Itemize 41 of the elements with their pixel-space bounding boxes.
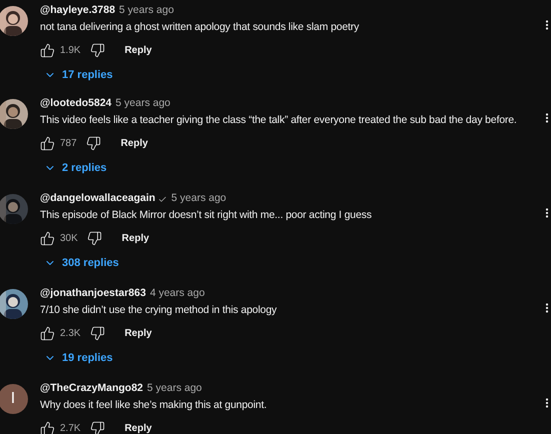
like-count: 787: [60, 136, 77, 150]
reply-button[interactable]: Reply: [118, 230, 154, 246]
thumbs-up-icon[interactable]: [40, 230, 55, 246]
thumbs-down-icon[interactable]: [90, 420, 105, 434]
comment-text: This video feels like a teacher giving the class “the talk” after everyone treated the sub bad the day before.: [40, 113, 518, 128]
comment-time: 5 years ago: [171, 191, 226, 206]
like-count: 2.7K: [60, 422, 81, 434]
comment-author[interactable]: @TheCrazyMango82: [40, 381, 144, 397]
avatar: I: [0, 384, 28, 414]
thumbs-up-icon[interactable]: [40, 420, 55, 434]
reply-button[interactable]: Reply: [120, 326, 156, 340]
comment-text: not tana delivering a ghost written apology that sounds like slam poetry: [40, 20, 360, 35]
comment-author[interactable]: @hayleye.3788: [40, 3, 116, 19]
reply-button[interactable]: Reply: [120, 420, 156, 434]
comment-time: 5 years ago: [116, 96, 170, 112]
like-count: 30K: [60, 232, 78, 246]
verified-check-icon: [158, 194, 168, 204]
thumbs-up-icon[interactable]: [40, 136, 55, 150]
replies-button[interactable]: 19 replies: [44, 347, 113, 369]
thumbs-down-icon[interactable]: [86, 230, 102, 246]
thumbs-down-icon[interactable]: [86, 136, 101, 150]
thumbs-down-icon[interactable]: [90, 42, 105, 58]
reply-button[interactable]: Reply: [120, 42, 156, 58]
thumbs-up-icon[interactable]: [40, 326, 55, 340]
comment-time: 5 years ago: [147, 381, 202, 396]
comment-author[interactable]: @lootedo5824: [40, 96, 112, 112]
replies-button[interactable]: 2 replies: [44, 157, 107, 179]
like-count: 2.3K: [60, 326, 81, 340]
comment-text: 7/10 she didn’t use the crying method in this apology: [40, 303, 278, 318]
replies-button[interactable]: 17 replies: [44, 64, 113, 86]
thumbs-down-icon[interactable]: [90, 326, 105, 340]
comment-text: This episode of Black Mirror doesn’t sit right with me... poor acting I guess: [40, 208, 373, 223]
thumbs-up-icon[interactable]: [40, 42, 55, 58]
comment-author[interactable]: @jonathanjoestar863: [40, 286, 146, 302]
reply-button[interactable]: Reply: [116, 136, 152, 150]
comment-text: Why does it feel like she’s making this at gunpoint.: [40, 398, 268, 413]
comment-time: 5 years ago: [119, 3, 174, 18]
replies-button[interactable]: 308 replies: [44, 252, 119, 274]
comment-author[interactable]: @dangelowallaceagain: [40, 191, 156, 207]
like-count: 1.9K: [60, 44, 81, 58]
comment-time: 4 years ago: [150, 286, 205, 302]
